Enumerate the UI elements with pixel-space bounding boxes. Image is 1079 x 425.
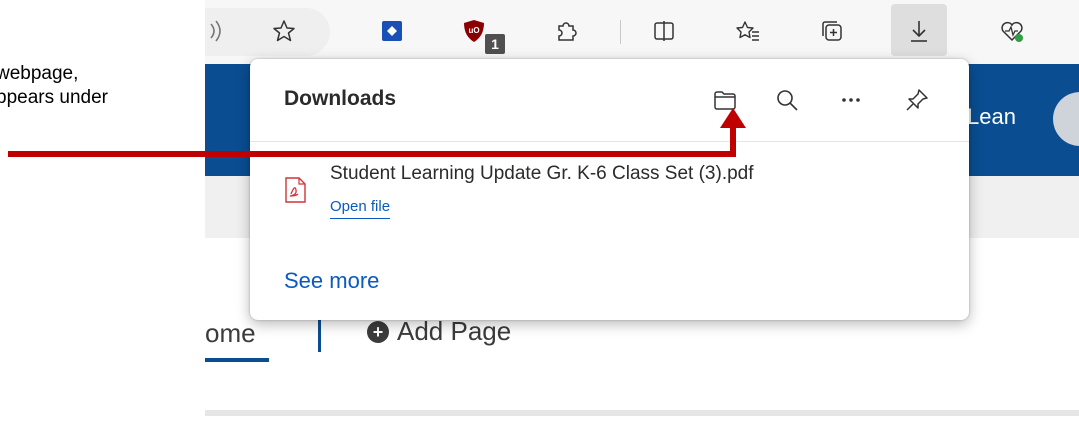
downloads-header-divider [250, 141, 969, 142]
favorites-list-icon[interactable] [731, 14, 765, 48]
svg-text:uO: uO [468, 26, 479, 35]
collections-icon[interactable] [815, 14, 849, 48]
header-name-fragment: Lean [967, 104, 1016, 129]
toolbar-separator [620, 20, 621, 44]
nav-tab-home-underline [205, 358, 269, 362]
read-aloud-icon[interactable] [205, 14, 233, 48]
downloads-icon[interactable] [902, 14, 936, 48]
nav-tab-home[interactable]: ome [205, 318, 256, 349]
split-screen-icon[interactable] [647, 14, 681, 48]
favorite-star-icon[interactable] [267, 14, 301, 48]
annotation-line-2: ppears under [0, 87, 108, 108]
browser-essentials-icon[interactable] [995, 14, 1029, 48]
open-file-link[interactable]: Open file [330, 198, 391, 219]
downloads-panel: Downloads Student Learning Update Gr. K-… [250, 59, 969, 320]
puzzle-extensions-icon[interactable] [549, 14, 583, 48]
pin-icon[interactable] [900, 83, 934, 117]
add-page-label: Add Page [397, 316, 512, 346]
search-icon[interactable] [770, 83, 804, 117]
annotation-line-1: webpage, [0, 63, 79, 84]
extension-shield-icon[interactable] [375, 14, 409, 48]
nav-divider [318, 320, 321, 352]
extension-badge: 1 [485, 34, 505, 54]
add-page-button[interactable]: + Add Page [367, 316, 511, 347]
browser-toolbar: uO 1 [205, 0, 1079, 64]
open-folder-icon[interactable] [708, 83, 742, 117]
see-more-link[interactable]: See more [284, 268, 379, 294]
download-file-name: Student Learning Update Gr. K-6 Class Se… [330, 163, 754, 184]
more-options-icon[interactable] [834, 83, 868, 117]
instruction-annotation: webpage, ppears under [0, 62, 200, 110]
downloads-title: Downloads [284, 87, 397, 110]
content-divider [205, 410, 1079, 416]
pdf-file-icon [285, 177, 306, 203]
plus-circle-icon: + [367, 320, 389, 343]
